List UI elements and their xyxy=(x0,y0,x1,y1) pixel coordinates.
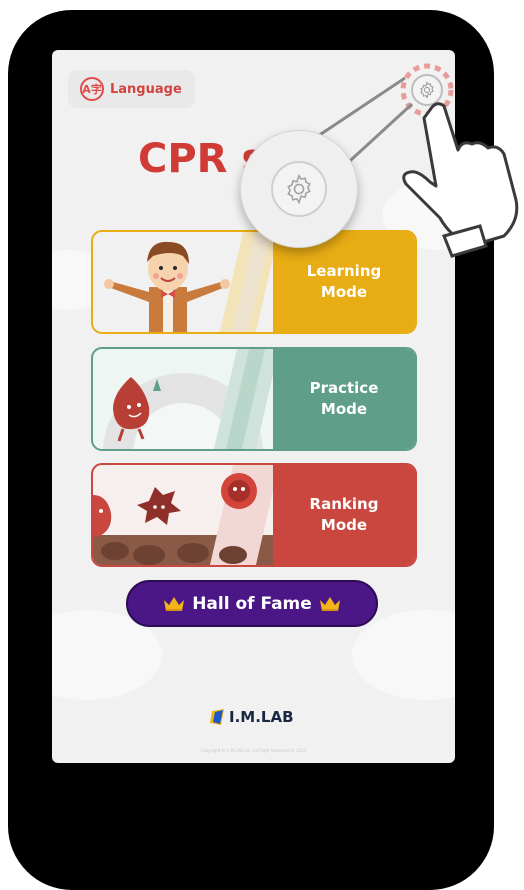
settings-highlight xyxy=(400,63,455,117)
ranking-race-illustration xyxy=(93,465,279,565)
company-logo: I.M.LAB xyxy=(210,708,294,726)
logo-text: I.M.LAB xyxy=(229,708,294,726)
ranking-mode-button[interactable]: Ranking Mode xyxy=(91,463,417,567)
magnified-settings-button xyxy=(271,161,327,217)
practice-mode-label: Practice Mode xyxy=(273,349,415,449)
crown-icon xyxy=(319,596,340,611)
language-button[interactable]: A字 Language xyxy=(68,70,195,108)
hall-of-fame-label: Hall of Fame xyxy=(192,593,312,614)
gear-icon xyxy=(420,81,434,99)
practice-mode-button[interactable]: Practice Mode xyxy=(91,347,417,451)
imlab-logo-mark xyxy=(210,709,224,725)
language-icon: A字 xyxy=(80,77,104,101)
copyright-text: Copyright (c) I.M.LAB Inc. All Right Res… xyxy=(200,748,307,753)
ranking-mode-label: Ranking Mode xyxy=(273,465,415,565)
language-label: Language xyxy=(110,81,182,97)
hall-of-fame-button[interactable]: Hall of Fame xyxy=(126,580,378,627)
settings-magnifier-callout xyxy=(240,130,358,248)
settings-button[interactable] xyxy=(411,74,443,106)
teacher-illustration xyxy=(104,232,279,332)
gear-icon xyxy=(287,173,311,205)
learning-mode-button[interactable]: Learning Mode xyxy=(91,230,417,334)
background-cloud xyxy=(352,610,455,700)
crown-icon xyxy=(164,596,185,611)
practice-gauge-illustration xyxy=(103,349,279,449)
